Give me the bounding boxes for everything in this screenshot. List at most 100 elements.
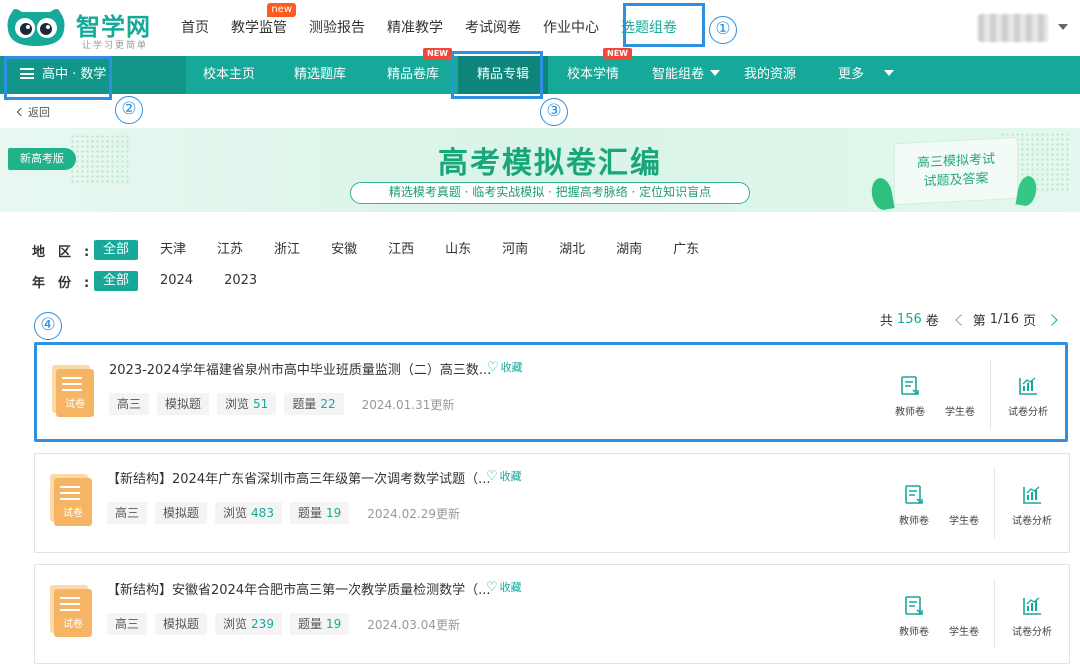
paper-analysis-button[interactable]: 试卷分析 [1003, 375, 1053, 418]
sub-nav-label: 校本主页 [202, 67, 255, 82]
chevron-left-icon[interactable] [955, 313, 967, 326]
paper-analysis-button[interactable]: 试卷分析 [1007, 595, 1057, 638]
student-paper-button[interactable]: 学生卷 [939, 595, 989, 638]
sub-nav-question-bank[interactable]: 精选题库 [272, 56, 368, 94]
kind-tag: 模拟题 [157, 393, 210, 415]
region-option[interactable]: 浙江 [265, 240, 309, 260]
highlight-box-album [451, 51, 543, 99]
paper-icon: 试卷 [52, 365, 94, 417]
questions-tag: 题量 22 [284, 393, 344, 415]
paper-tags: 高三 模拟题 浏览 239 题量 19 2024.03.04更新 [107, 613, 460, 635]
favorite-button[interactable]: ♡ 收藏 [486, 468, 522, 484]
paper-icon: 试卷 [50, 585, 92, 637]
teacher-paper-button[interactable]: 教师卷 [885, 375, 935, 418]
top-nav-label: 作业中心 [543, 20, 599, 36]
top-nav-label: 首页 [181, 20, 209, 36]
top-nav-home[interactable]: 首页 [170, 0, 220, 56]
region-option[interactable]: 湖北 [550, 240, 594, 260]
sub-nav-school-home[interactable]: 校本主页 [186, 56, 272, 94]
back-link[interactable]: 返回 [16, 104, 50, 120]
region-option[interactable]: 湖南 [607, 240, 651, 260]
paper-title[interactable]: 【新结构】2024年广东省深圳市高三年级第一次调考数学试题（... [107, 468, 490, 487]
annotation-marker-1: ① [709, 16, 737, 44]
sub-nav-smart-compose[interactable]: 智能组卷 [638, 56, 734, 94]
paper-icon-label: 试卷 [65, 399, 85, 410]
sub-nav-more[interactable]: 更多 [806, 56, 926, 94]
favorite-button[interactable]: ♡ 收藏 [486, 579, 522, 595]
region-option[interactable]: 山东 [436, 240, 480, 260]
top-nav-label: 教学监管 [231, 20, 287, 36]
student-paper-button[interactable]: 学生卷 [939, 484, 989, 527]
year-option[interactable]: 2024 [151, 271, 202, 291]
update-date: 2024.01.31更新 [361, 397, 455, 412]
year-option[interactable]: 2023 [215, 271, 266, 291]
year-option-all[interactable]: 全部 [94, 271, 139, 291]
owl-logo-icon [7, 9, 65, 46]
paper-download-icon [905, 596, 923, 615]
total-prefix: 共 [879, 314, 893, 329]
favorite-label: 收藏 [499, 470, 522, 483]
region-option-all[interactable]: 全部 [94, 240, 139, 260]
heart-icon: ♡ [486, 469, 498, 484]
logo[interactable]: 智学网 让学习更简单 [6, 4, 156, 52]
paper-download-icon [905, 485, 923, 504]
heart-icon: ♡ [486, 580, 498, 595]
views-tag: 浏览 239 [215, 613, 282, 635]
grade-tag: 高三 [107, 502, 148, 524]
bar-chart-icon [1019, 377, 1037, 395]
paper-analysis-button[interactable]: 试卷分析 [1007, 484, 1057, 527]
region-option[interactable]: 江苏 [208, 240, 252, 260]
teacher-paper-button[interactable]: 教师卷 [889, 484, 939, 527]
total-count: 156 [896, 312, 922, 327]
chevron-down-icon [1058, 24, 1068, 30]
teacher-paper-button[interactable]: 教师卷 [889, 595, 939, 638]
annotation-marker-2: ② [115, 96, 143, 124]
chevron-left-icon [16, 107, 26, 117]
top-nav-supervision[interactable]: 教学监管 new [220, 0, 298, 56]
new-badge: NEW [603, 48, 632, 59]
total-suffix: 卷 [925, 314, 939, 329]
paper-tags: 高三 模拟题 浏览 483 题量 19 2024.02.29更新 [107, 502, 460, 524]
user-menu[interactable] [978, 14, 1068, 42]
sub-nav-label: 智能组卷 [651, 67, 704, 82]
update-date: 2024.02.29更新 [367, 506, 460, 521]
paper-card[interactable]: 试卷 【新结构】2024年广东省深圳市高三年级第一次调考数学试题（... ♡ 收藏… [34, 453, 1070, 553]
sub-nav-paper-library[interactable]: 精品卷库 NEW [368, 48, 458, 94]
top-bar: 智学网 让学习更简单 首页 教学监管 new 测验报告 精准教学 考试阅卷 作业… [0, 0, 1080, 56]
chevron-down-icon [710, 70, 720, 76]
region-option[interactable]: 江西 [379, 240, 423, 260]
banner[interactable]: 新高考版 高考模拟卷汇编 精选模考真题 · 临考实战模拟 · 把握高考脉络 · … [0, 128, 1080, 212]
paper-title[interactable]: 【新结构】安徽省2024年合肥市高三第一次教学质量检测数学（... [107, 579, 490, 598]
favorite-button[interactable]: ♡ 收藏 [487, 359, 523, 375]
top-nav-exam-grading[interactable]: 考试阅卷 [454, 0, 532, 56]
top-nav-homework[interactable]: 作业中心 [532, 0, 610, 56]
region-option[interactable]: 安徽 [322, 240, 366, 260]
questions-tag: 题量 19 [289, 613, 350, 635]
region-filter: 地区: 全部 天津 江苏 浙江 安徽 江西 山东 河南 湖北 湖南 广东 [32, 239, 721, 261]
student-paper-label: 学生卷 [949, 627, 979, 638]
student-paper-button[interactable]: 学生卷 [935, 375, 985, 418]
update-date: 2024.03.04更新 [367, 617, 460, 632]
top-nav-reports[interactable]: 测验报告 [298, 0, 376, 56]
paper-analysis-label: 试卷分析 [1012, 627, 1052, 638]
region-option[interactable]: 广东 [664, 240, 708, 260]
favorite-label: 收藏 [500, 361, 523, 374]
brand-name: 智学网 [76, 13, 151, 41]
paper-title[interactable]: 2023-2024学年福建省泉州市高中毕业班质量监测（二）高三数... [109, 359, 491, 378]
paper-icon: 试卷 [50, 474, 92, 526]
brand-slogan: 让学习更简单 [82, 41, 149, 51]
region-option[interactable]: 河南 [493, 240, 537, 260]
paper-card[interactable]: 试卷 2023-2024学年福建省泉州市高中毕业班质量监测（二）高三数... ♡… [34, 342, 1068, 442]
favorite-label: 收藏 [499, 581, 522, 594]
sub-nav-label: 更多 [837, 67, 864, 82]
paper-icon-label: 试卷 [63, 619, 83, 630]
chevron-right-icon[interactable] [1046, 313, 1058, 326]
paper-card[interactable]: 试卷 【新结构】安徽省2024年合肥市高三第一次教学质量检测数学（... ♡ 收藏… [34, 564, 1070, 664]
sub-nav-school-analytics[interactable]: 校本学情 NEW [548, 48, 638, 94]
sub-nav-items: 校本主页 精选题库 精品卷库 NEW 精品专辑 校本学情 NEW 智能组卷 我的… [186, 48, 926, 94]
highlight-box-subject [4, 56, 112, 100]
paper-icon-label: 试卷 [63, 508, 83, 519]
region-option[interactable]: 天津 [151, 240, 195, 260]
sub-nav-my-resources[interactable]: 我的资源 [734, 56, 806, 94]
top-nav-label: 考试阅卷 [465, 20, 521, 36]
